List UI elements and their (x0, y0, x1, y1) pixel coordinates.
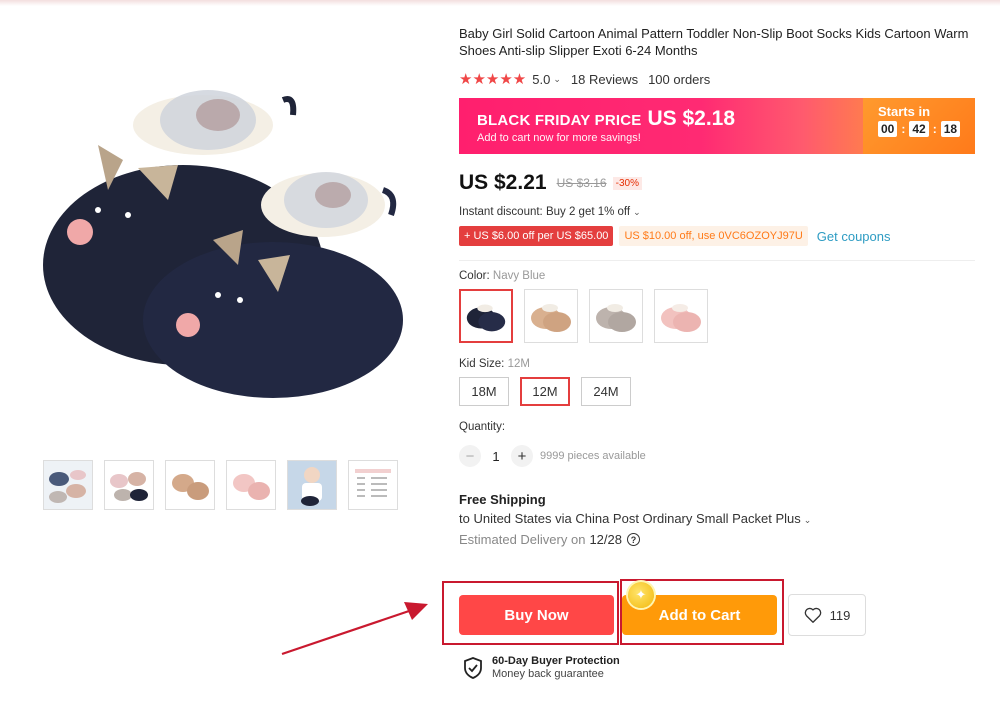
chevron-down-icon: ⌄ (803, 515, 812, 525)
swatch-gray[interactable] (589, 289, 643, 343)
coupon-row: + US $6.00 off per US $65.00 US $10.00 o… (459, 226, 975, 246)
reviews-link[interactable]: 18 Reviews (571, 72, 638, 87)
quantity-minus-button[interactable]: − (459, 445, 481, 467)
quantity-label: Quantity: (459, 421, 506, 433)
action-buttons: Buy Now Add to Cart ✦ 119 (442, 579, 872, 647)
instant-discount-text: Instant discount: Buy 2 get 1% off (459, 206, 631, 218)
timer-minutes: 42 (909, 121, 929, 137)
star-rating-icon: ★★★★★ (459, 71, 527, 88)
main-product-image[interactable] (28, 60, 418, 400)
divider (459, 260, 975, 261)
wishlist-button[interactable]: 119 (788, 594, 866, 636)
color-swatches (459, 289, 975, 343)
shipping-title: Free Shipping (459, 492, 546, 507)
available-stock: 9999 pieces available (540, 450, 646, 462)
banner-price-area: BLACK FRIDAY PRICE US $2.18 Add to cart … (459, 98, 863, 154)
thumbnail-4[interactable] (226, 460, 276, 510)
size-selected-value: 12M (507, 358, 530, 370)
top-shade (0, 0, 1000, 6)
banner-price: US $2.18 (647, 107, 736, 130)
thumbnail-strip (43, 460, 398, 510)
color-selected-value: Navy Blue (492, 270, 546, 282)
quantity-plus-button[interactable]: + (511, 445, 533, 467)
buyer-protection: 60-Day Buyer Protection Money back guara… (463, 655, 620, 680)
get-coupons-link[interactable]: Get coupons (817, 229, 891, 244)
chevron-down-icon[interactable]: ⌄ (553, 74, 561, 85)
banner-subtitle: Add to cart now for more savings! (477, 132, 641, 144)
discount-badge: -30% (612, 176, 642, 190)
countdown-area: Starts in 00 : 42 : 18 (863, 98, 975, 154)
swatch-pink[interactable] (654, 289, 708, 343)
product-title: Baby Girl Solid Cartoon Animal Pattern T… (459, 26, 969, 58)
quantity-value[interactable]: 1 (481, 449, 511, 464)
size-options: 18M 12M 24M (459, 377, 975, 406)
thumbnail-2[interactable] (104, 460, 154, 510)
chevron-down-icon: ⌄ (633, 207, 641, 217)
coin-sparkle-icon: ✦ (628, 582, 654, 608)
product-info: Baby Girl Solid Cartoon Animal Pattern T… (459, 26, 975, 547)
banner-label: BLACK FRIDAY PRICE (477, 112, 642, 129)
size-option-24m[interactable]: 24M (581, 377, 631, 406)
product-page: Baby Girl Solid Cartoon Animal Pattern T… (0, 0, 1000, 703)
heart-icon (804, 607, 821, 623)
current-price: US $2.21 (459, 171, 547, 194)
black-friday-banner: BLACK FRIDAY PRICE US $2.18 Add to cart … (459, 98, 975, 154)
thumbnail-3[interactable] (165, 460, 215, 510)
price-row: US $2.21 US $3.16 -30% (459, 171, 975, 195)
thumbnail-5[interactable] (287, 460, 337, 510)
shield-check-icon (464, 656, 482, 679)
buy-now-button[interactable]: Buy Now (459, 595, 614, 635)
size-label-text: Kid Size: (459, 358, 505, 370)
quantity-stepper: − 1 + 9999 pieces available (459, 445, 975, 467)
original-price: US $3.16 (556, 176, 607, 190)
timer-seconds: 18 (940, 121, 961, 137)
shipping-method-text: to United States via China Post Ordinary… (459, 511, 801, 526)
help-icon[interactable]: ? (627, 533, 640, 546)
size-option-12m[interactable]: 12M (520, 377, 570, 406)
estimated-delivery-date: 12/28 (589, 532, 622, 547)
size-option-18m[interactable]: 18M (459, 377, 509, 406)
rating-value[interactable]: 5.0 (532, 72, 550, 87)
thumbnail-6-size-chart[interactable] (348, 460, 398, 510)
shipping-info: Free Shipping to United States via China… (459, 492, 975, 547)
starts-in-label: Starts in (878, 104, 931, 119)
promo-code-coupon[interactable]: US $10.00 off, use 0VC6OZOYJ97U (619, 226, 808, 246)
countdown-timer: 00 : 42 : 18 (878, 121, 975, 137)
shipping-method[interactable]: to United States via China Post Ordinary… (459, 511, 975, 526)
size-label: Kid Size: 12M (459, 358, 975, 370)
thumbnail-1[interactable] (43, 460, 93, 510)
wishlist-count: 119 (829, 607, 851, 623)
protection-subtitle: Money back guarantee (492, 668, 604, 680)
instant-discount[interactable]: Instant discount: Buy 2 get 1% off ⌄ (459, 206, 975, 218)
swatch-khaki[interactable] (524, 289, 578, 343)
estimated-delivery-label: Estimated Delivery on (459, 532, 586, 547)
orders-count: 100 orders (648, 71, 711, 87)
rating-row: ★★★★★ 5.0 ⌄ 18 Reviews 100 orders (459, 70, 975, 88)
color-label-text: Color: (459, 270, 490, 282)
protection-title: 60-Day Buyer Protection (492, 655, 620, 667)
estimated-delivery: Estimated Delivery on 12/28 ? (459, 532, 975, 547)
timer-hours: 00 (878, 121, 898, 137)
swatch-navy-blue[interactable] (459, 289, 513, 343)
store-coupon[interactable]: + US $6.00 off per US $65.00 (459, 226, 614, 246)
color-label: Color: Navy Blue (459, 270, 975, 282)
